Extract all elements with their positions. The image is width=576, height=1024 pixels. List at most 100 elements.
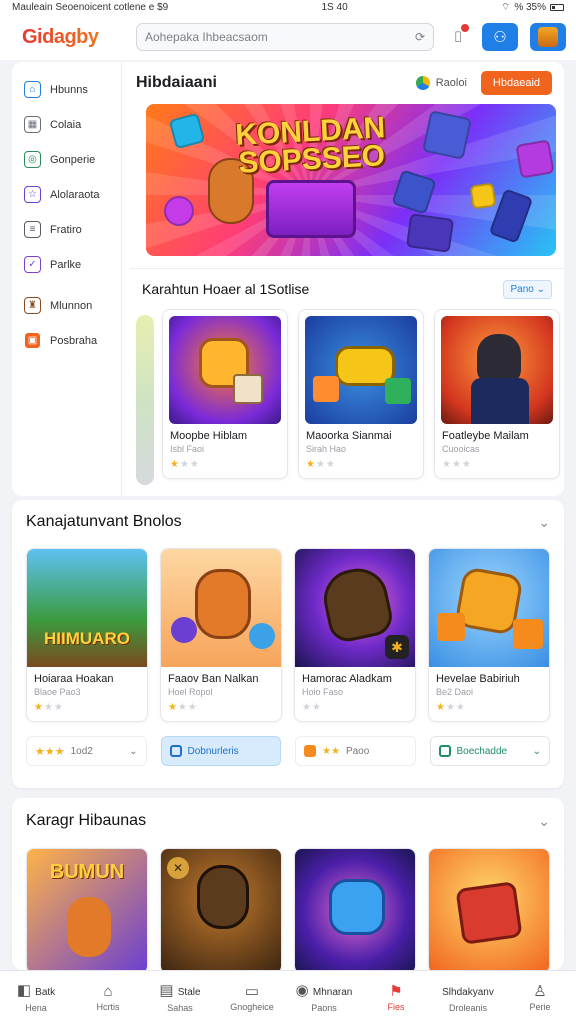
sidebar-item-1[interactable]: ▦ Colaia <box>12 107 121 142</box>
refresh-icon[interactable]: ⟳ <box>415 30 425 44</box>
section-actions: ★★★ 1od2 ⌄ Dobnurleris ★★ Paoo Boechadde… <box>12 722 564 766</box>
chevron-down-icon[interactable]: ⌄ <box>538 813 550 830</box>
game-card[interactable]: Maoorka Sianmai Sirah Hao ★★★ <box>298 309 424 479</box>
game-card[interactable]: BUMUN <box>26 848 148 970</box>
tab-1[interactable]: ⌂ Hcrtis <box>72 971 144 1024</box>
sidebar-item-0[interactable]: ⌂ Hbunns <box>12 72 121 107</box>
tab-6[interactable]: Slhdakyanv Droleanis <box>432 971 504 1024</box>
game-sub: Sirah Hao <box>306 444 347 454</box>
game-card[interactable]: Faaov Ban Nalkan Hoel Ropol ★★★ <box>160 548 282 722</box>
app-logo[interactable]: Gidagby <box>22 26 124 49</box>
downloads-button[interactable]: Dobnurleris <box>160 736 281 766</box>
sidebar-item-5[interactable]: ✓ Parlke <box>12 247 121 282</box>
hero-banner[interactable]: KONLDAN SOPSSEO <box>146 104 556 256</box>
top-bar: Gidagby Aohepaka Ihbeacsaom ⟳ ⌷ ⚇ <box>0 14 576 60</box>
bookmark-button[interactable]: Boechadde ⌄ <box>429 736 550 766</box>
tab-sub: Hena <box>25 1002 47 1013</box>
cube-icon <box>455 881 523 945</box>
chevron-down-icon[interactable]: ⌄ <box>538 514 550 531</box>
sort-label: Raoloi <box>435 77 467 89</box>
page-title: Hibdaiaani <box>136 74 217 91</box>
sidebar-item-label: Parlke <box>50 258 82 271</box>
sidebar-item-2[interactable]: ◎ Gonperie <box>12 142 121 177</box>
section-header: Karagr Hibaunas ⌄ <box>12 798 564 844</box>
game-card[interactable]: Hevelae Babiriuh Be2 Daoi ★★★ <box>428 548 550 722</box>
sidebar-item-label: Fratiro <box>50 223 82 236</box>
tab-sub: Gnogheice <box>230 1001 274 1012</box>
game-sub: Be2 Daoi <box>436 687 474 697</box>
game-card[interactable]: ✱ Hamorac Aladkam Hoio Faso ★★ <box>294 548 416 722</box>
friends-icon[interactable]: ⚇ <box>482 23 518 51</box>
sidebar-item-3[interactable]: ☆ Alolaraota <box>12 177 121 212</box>
tab-sub: Droleanis <box>448 1002 488 1013</box>
game-art: HIIMUARO <box>27 549 147 667</box>
filter-label: Pano <box>510 283 534 295</box>
suit-icon <box>471 378 529 424</box>
filter-chip[interactable]: Pano ⌄ <box>503 279 552 299</box>
banner-cube <box>405 213 455 253</box>
rating-filter-button[interactable]: ★★★ 1od2 ⌄ <box>26 736 147 766</box>
game-card[interactable] <box>294 848 416 970</box>
sort-control[interactable]: Raoloi <box>415 76 467 90</box>
cta-button[interactable]: Hbdaeaid <box>480 71 552 95</box>
battery-icon <box>550 3 564 11</box>
banner-ball <box>164 196 194 226</box>
star-icon: ☆ <box>24 186 41 203</box>
rating-stars: ★★★ <box>442 459 472 470</box>
game-art-title: HIIMUARO <box>44 629 130 648</box>
sidebar-item-label: Colaia <box>50 118 82 131</box>
featured-title: Karahtun Hoaer al 1Sotlise <box>142 281 310 297</box>
scroll-rail[interactable] <box>136 315 154 485</box>
store-icon: ▤ Stale <box>159 981 201 999</box>
rating-stars: ★★★ <box>168 702 198 713</box>
status-bar: Mauleain Seoenoicent cotlene e $9 1S 40 … <box>0 0 576 14</box>
sidebar-item-4[interactable]: ≡ Fratiro <box>12 212 121 247</box>
game-card[interactable]: Foatleybe Mailam Cuooicas ★★★ <box>434 309 560 479</box>
sidebar-item-7[interactable]: ▣ Posbraha <box>12 323 121 358</box>
status-right: ⌔ % 35% <box>501 1 564 14</box>
sidebar-item-label: Posbraha <box>50 334 98 347</box>
character-icon <box>318 563 396 645</box>
tab-7[interactable]: ♙ Perie <box>504 971 576 1024</box>
sort-icon <box>415 76 430 90</box>
notifications-icon[interactable]: ⌷ <box>446 23 470 51</box>
badge-icon: ✱ <box>385 635 409 659</box>
game-card[interactable]: Moopbe Hiblam Isbl Faoi ★★★ <box>162 309 288 479</box>
sidebar-item-label: Hbunns <box>50 83 88 96</box>
game-name: Maoorka Sianmai <box>306 430 392 442</box>
status-time: 1S 40 <box>321 1 348 13</box>
wifi-icon: ⌔ <box>500 1 511 13</box>
tab-3[interactable]: ▭ Gnogheice <box>216 971 288 1024</box>
tab-5[interactable]: ⚑ Fies <box>360 971 432 1024</box>
sidebar-item-6[interactable]: ♜ Mlunnon <box>12 288 121 323</box>
tab-4[interactable]: ◉ Mhnaran Paons <box>288 971 360 1024</box>
game-art-title: BUMUN <box>49 861 125 883</box>
cube-icon <box>385 378 411 404</box>
tab-2[interactable]: ▤ Stale Sahas <box>144 971 216 1024</box>
game-art <box>295 849 415 970</box>
section-title: Karagr Hibaunas <box>26 812 147 829</box>
game-card[interactable] <box>428 848 550 970</box>
game-sub: Hoel Ropol <box>168 687 213 697</box>
profile-avatar[interactable] <box>530 23 566 51</box>
game-card[interactable]: ✕ <box>160 848 282 970</box>
tab-label: Stale <box>177 986 201 998</box>
game-card[interactable]: HIIMUARO Hoiaraa Hoakan Blaoe Pao3 ★★★ <box>26 548 148 722</box>
game-name: Moopbe Hiblam <box>170 430 248 442</box>
tab-sub: Hcrtis <box>96 1001 120 1012</box>
rating-stars: ★★★ <box>306 459 336 470</box>
bookmark-icon <box>438 745 451 757</box>
sort-rating-button[interactable]: ★★ Paoo <box>295 736 416 766</box>
tab-0[interactable]: ◧ Batk Hena <box>0 971 72 1024</box>
search-input[interactable]: Aohepaka Ihbeacsaom ⟳ <box>136 23 434 51</box>
home-icon: ⌂ <box>103 982 113 1000</box>
tab-sub: Perie <box>529 1001 551 1012</box>
tab-label: Mhnaran <box>312 986 353 998</box>
library-icon: ▭ <box>244 982 260 1000</box>
banner-title-line: SOPSSEO <box>237 139 386 180</box>
stars-icon: ★★★ <box>35 745 65 758</box>
chevron-down-icon: ⌄ <box>532 745 541 757</box>
download-icon <box>169 745 182 757</box>
banner-title: KONLDAN SOPSSEO <box>234 111 388 180</box>
sword-icon: ✕ <box>167 857 189 879</box>
